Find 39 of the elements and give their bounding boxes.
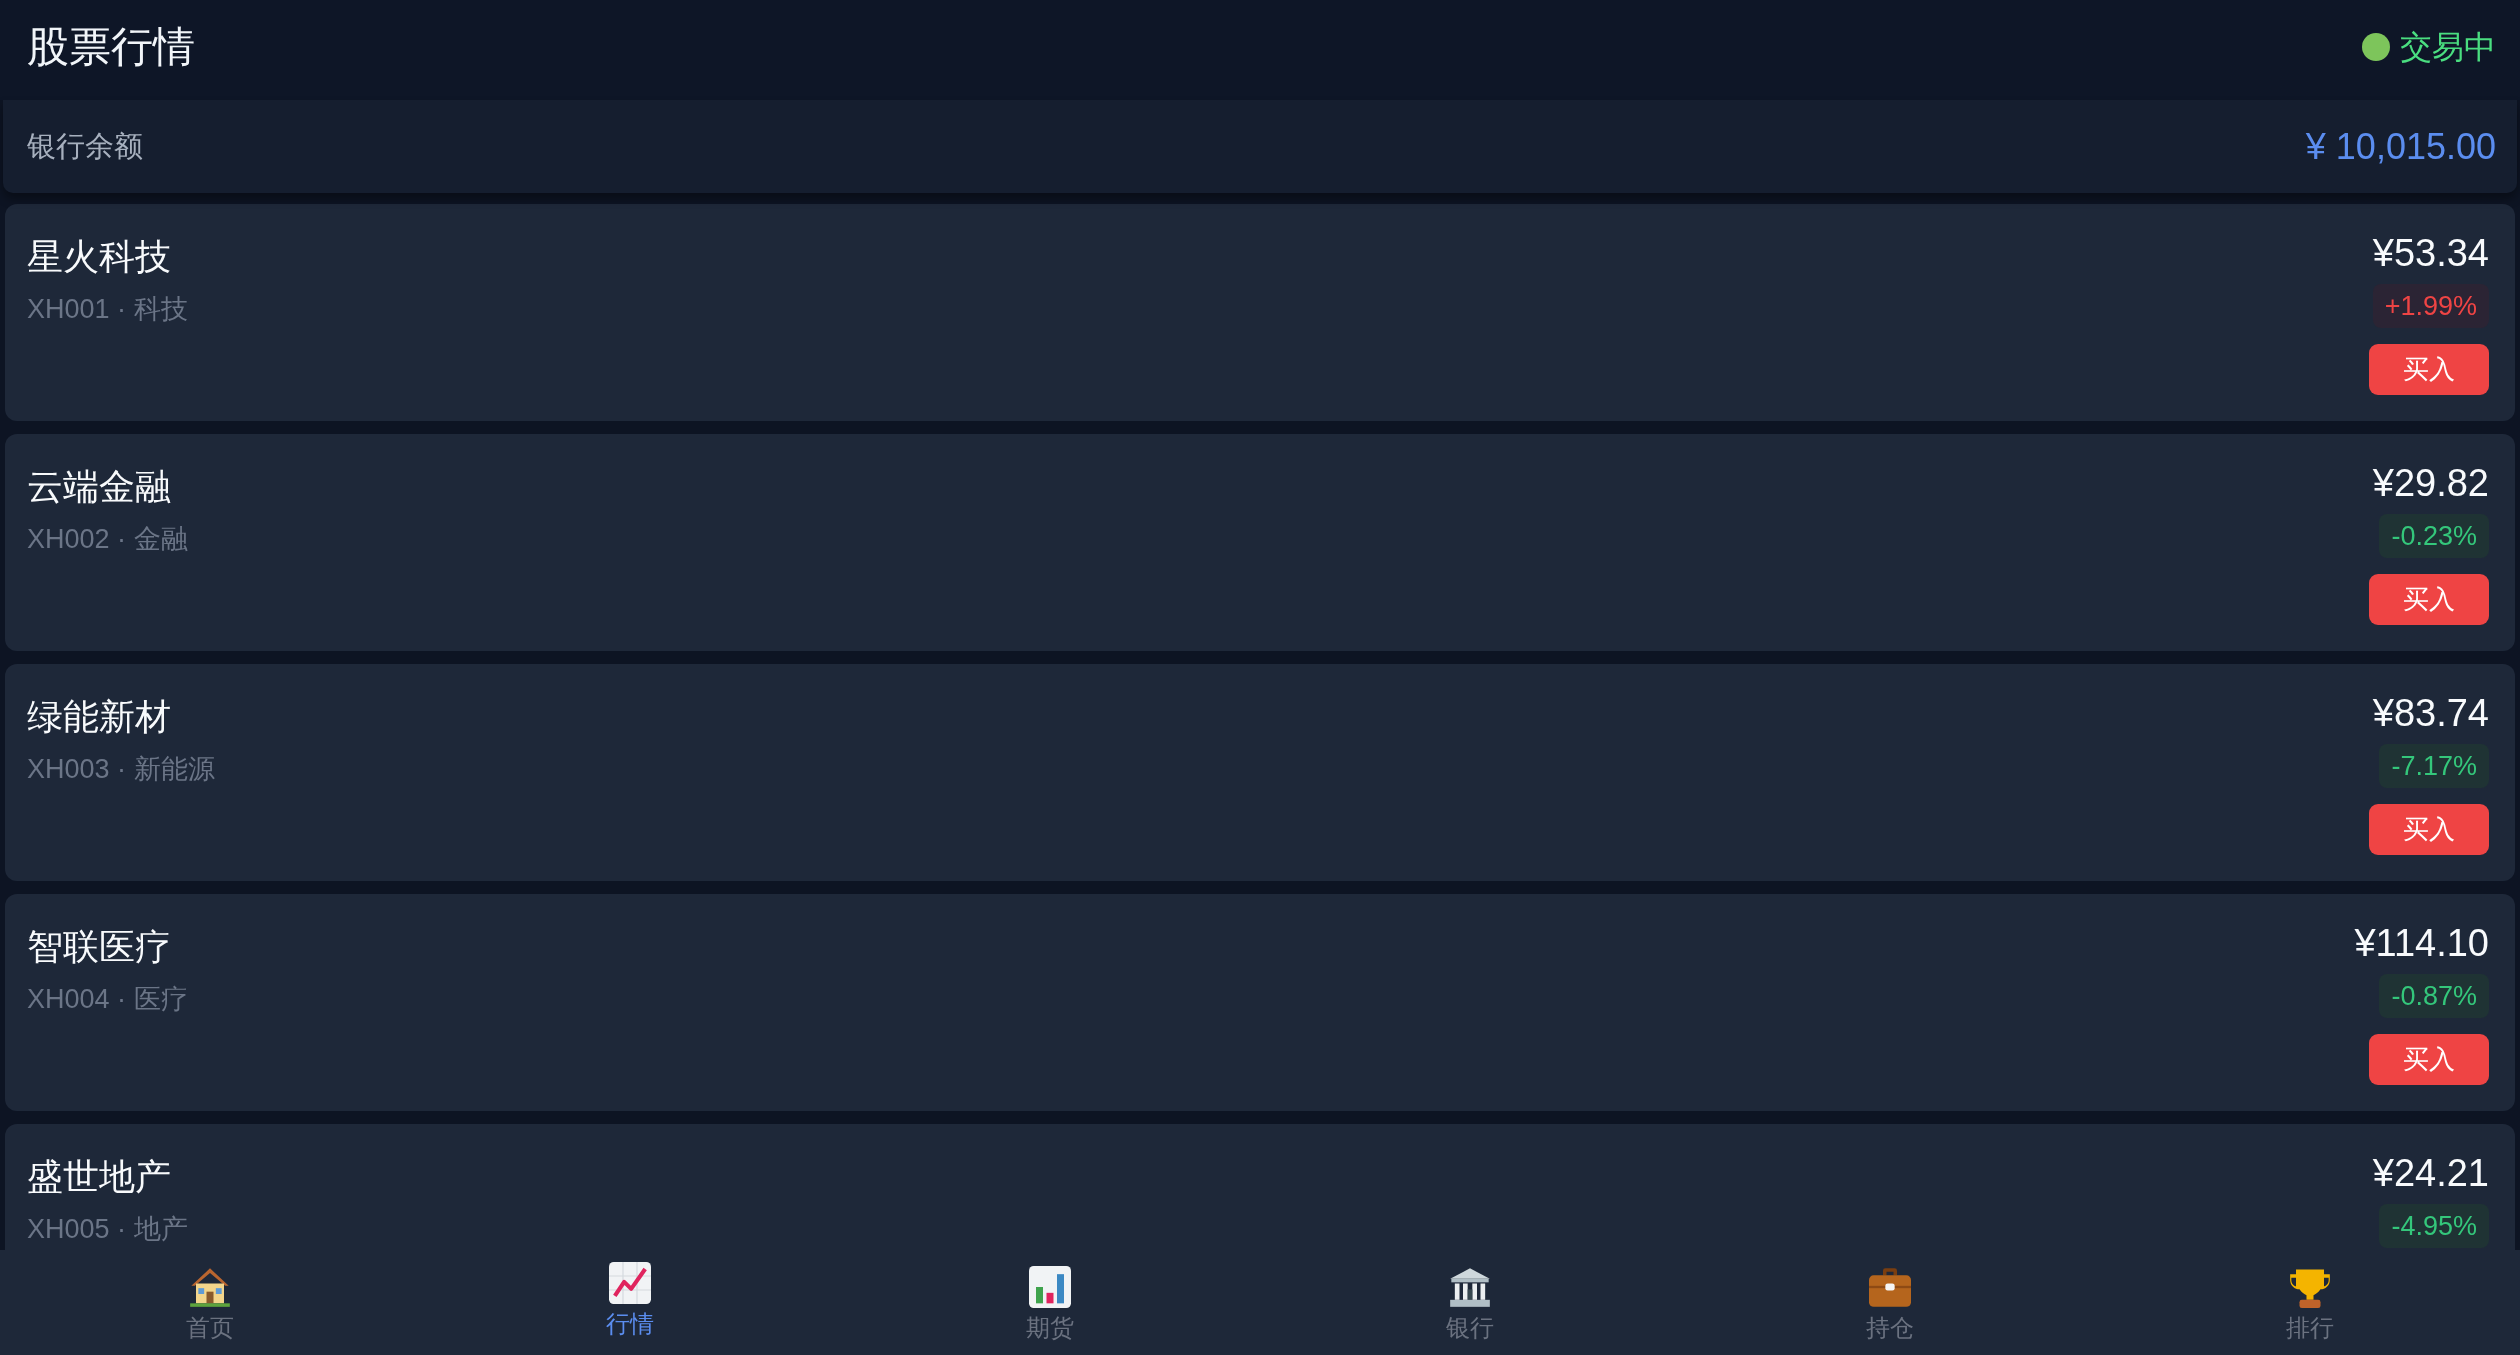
stock-name: 绿能新材: [27, 695, 171, 739]
stock-code: XH004 · 医疗: [27, 983, 188, 1016]
stock-code: XH001 · 科技: [27, 293, 188, 326]
price-change: -4.95%: [2379, 1204, 2489, 1248]
stock-price: ¥114.10: [2354, 921, 2489, 966]
nav-tab[interactable]: 排行: [2286, 1266, 2334, 1342]
stock-price: ¥24.21: [2372, 1151, 2489, 1196]
page-title: 股票行情: [27, 21, 195, 72]
buy-button[interactable]: 买入: [2369, 804, 2489, 855]
stock-price: ¥83.74: [2372, 691, 2489, 736]
stock-code: XH002 · 金融: [27, 523, 188, 556]
stock-name: 智联医疗: [27, 925, 171, 969]
bar-chart-icon: [1029, 1266, 1071, 1308]
buy-button[interactable]: 买入: [2369, 574, 2489, 625]
price-change: -7.17%: [2379, 744, 2489, 788]
stock-name: 云端金融: [27, 465, 171, 509]
buy-button[interactable]: 买入: [2369, 1034, 2489, 1085]
stock-name: 星火科技: [27, 235, 171, 279]
buy-button[interactable]: 买入: [2369, 344, 2489, 395]
price-change: +1.99%: [2372, 284, 2489, 328]
stock-price: ¥29.82: [2372, 461, 2489, 506]
nav-tab[interactable]: 首页: [186, 1266, 234, 1342]
balance-label: 银行余额: [27, 128, 143, 164]
line-chart-icon: [609, 1262, 651, 1304]
briefcase-icon: [1869, 1266, 1911, 1308]
nav-tab[interactable]: 持仓: [1866, 1266, 1914, 1342]
market-status: 交易中: [2400, 27, 2496, 67]
stock-price: ¥53.34: [2372, 231, 2489, 276]
stock-name: 盛世地产: [27, 1155, 171, 1199]
price-change: -0.87%: [2379, 974, 2489, 1018]
price-change: -0.23%: [2379, 514, 2489, 558]
balance-amount: ¥ 10,015.00: [2305, 125, 2496, 168]
nav-tab[interactable]: 期货: [1026, 1266, 1074, 1342]
house-icon: [189, 1266, 231, 1308]
stock-code: XH005 · 地产: [27, 1213, 188, 1246]
nav-tab[interactable]: 行情: [606, 1262, 654, 1338]
stock-code: XH003 · 新能源: [27, 753, 215, 786]
columned-building-icon: [1449, 1266, 1491, 1308]
nav-tab[interactable]: 银行: [1446, 1266, 1494, 1342]
